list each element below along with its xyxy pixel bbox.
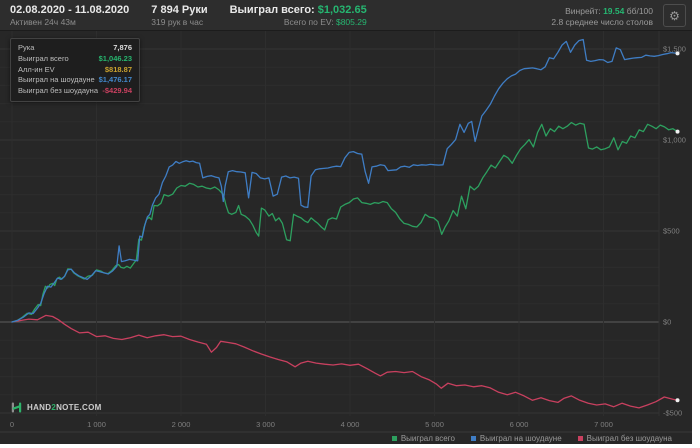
winrate-block: Винрейт: 19.54 бб/100 2.8 среднее число … xyxy=(551,4,653,28)
winrate-unit: бб/100 xyxy=(626,6,653,16)
hover-point-marker xyxy=(675,398,680,403)
legend-label: Выиграл без шоудауна xyxy=(586,434,672,443)
hover-row-label: Выиграл без шоудауна xyxy=(18,86,98,96)
hover-point-marker xyxy=(675,129,680,134)
winrate-label: Винрейт: xyxy=(565,6,601,16)
hands-block: 7 894 Руки 319 рук в час xyxy=(151,4,207,27)
legend-label: Выиграл всего xyxy=(400,434,455,443)
legend-item[interactable]: Выиграл всего xyxy=(391,434,455,443)
chart-legend: Выиграл всего Выиграл на шоудауне Выиграл … xyxy=(0,433,692,444)
hover-row-label: Рука xyxy=(18,43,35,52)
series-line-0 xyxy=(11,314,679,409)
legend-swatch xyxy=(391,436,397,441)
legend-item[interactable]: Выиграл на шоудауне xyxy=(470,434,562,443)
hover-row-label: Выиграл на шоудауне xyxy=(18,75,95,85)
ev-total-label: Всего по EV: xyxy=(283,17,334,27)
hover-row-value: $818.87 xyxy=(104,64,132,74)
y-axis-tick-label: $1,500 xyxy=(663,45,686,54)
legend-swatch xyxy=(470,436,476,441)
ev-total-value: $805.29 xyxy=(335,17,367,27)
hover-stats-panel: Рука 7,876 Выиграл всего $1,046.23 Алл-ин EV… xyxy=(10,38,140,102)
x-axis-tick-label: 1 000 xyxy=(87,420,106,429)
won-total-label: Выиграл всего: xyxy=(229,4,315,16)
date-range-block: 02.08.2020 - 11.08.2020 Активен 24ч 43м xyxy=(10,4,129,27)
x-axis-tick-label: 7 000 xyxy=(594,420,613,429)
hover-panel-row: Алл-ин EV $818.87 xyxy=(18,65,132,76)
avg-tables: 2.8 среднее число столов xyxy=(551,17,653,27)
x-axis-tick-label: 2 000 xyxy=(172,420,191,429)
winrate-value: 19.54 xyxy=(603,6,625,16)
x-axis-tick-label: 3 000 xyxy=(256,420,275,429)
hover-panel-row: Выиграл без шоудауна -$429.94 xyxy=(18,86,132,97)
gear-icon: ⚙ xyxy=(669,8,680,23)
hover-panel-row: Рука 7,876 xyxy=(18,43,132,54)
hand2note-logo-icon xyxy=(11,402,22,413)
watermark-text-post: NOTE.COM xyxy=(56,403,102,412)
x-axis-tick-label: 0 xyxy=(10,420,14,429)
y-axis-tick-label: $1,000 xyxy=(663,136,686,145)
won-total-value: $1,032.65 xyxy=(317,4,367,16)
hover-row-value: -$429.94 xyxy=(102,86,132,96)
hands-per-hour: 319 рук в час xyxy=(151,17,204,27)
y-axis-tick-label: $0 xyxy=(663,318,671,327)
hover-panel-row: Выиграл на шоудауне $1,476.17 xyxy=(18,75,132,86)
hover-row-value: $1,476.17 xyxy=(98,75,132,85)
hover-row-label: Выиграл всего xyxy=(18,53,69,63)
date-range: 02.08.2020 - 11.08.2020 xyxy=(10,4,130,16)
series-line-1 xyxy=(11,121,679,323)
winnings-block: Выиграл всего: $1,032.65 Всего по EV: $8… xyxy=(230,4,367,27)
hand2note-graph-window: 02.08.2020 - 11.08.2020 Активен 24ч 43м … xyxy=(0,0,692,444)
active-time: Активен 24ч 43м xyxy=(10,17,76,27)
hands-count: 7 894 Руки xyxy=(151,4,208,16)
brand-watermark: HAND2NOTE.COM xyxy=(10,401,102,414)
hover-row-value: $1,046.23 xyxy=(98,53,132,63)
hover-row-value: 7,876 xyxy=(113,43,132,52)
settings-button[interactable]: ⚙ xyxy=(663,4,686,27)
watermark-text-pre: HAND xyxy=(27,403,52,412)
x-axis-tick-label: 6 000 xyxy=(510,420,529,429)
stats-header-bar: 02.08.2020 - 11.08.2020 Активен 24ч 43м … xyxy=(0,0,692,31)
legend-item[interactable]: Выиграл без шоудауна xyxy=(577,434,672,443)
hover-panel-row: Выиграл всего $1,046.23 xyxy=(18,54,132,65)
y-axis-tick-label: -$500 xyxy=(663,409,682,418)
y-axis-tick-label: $500 xyxy=(663,227,680,236)
x-axis-tick-label: 5 000 xyxy=(425,420,444,429)
legend-swatch xyxy=(577,436,583,441)
legend-label: Выиграл на шоудауне xyxy=(479,434,562,443)
hover-row-label: Алл-ин EV xyxy=(18,64,55,74)
x-axis-tick-label: 4 000 xyxy=(341,420,360,429)
